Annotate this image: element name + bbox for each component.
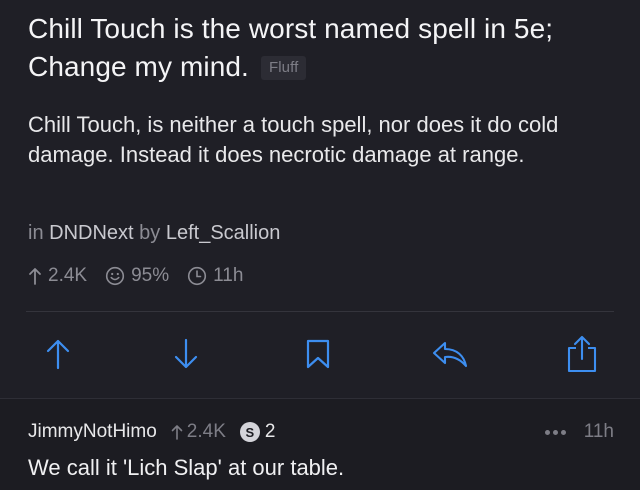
award-count: 2	[264, 421, 276, 442]
action-bar	[0, 322, 640, 386]
comment-right: 11h	[544, 419, 614, 445]
upvote-button[interactable]	[36, 332, 80, 376]
post-card: Chill Touch is the worst named spell in …	[0, 0, 640, 398]
comment-header: JimmyNotHimo 2.4K S 2	[28, 419, 275, 445]
comment-score: 2.4K	[171, 421, 226, 443]
comment-award[interactable]: S 2	[239, 421, 276, 443]
upvote-ratio: 95%	[131, 265, 170, 286]
subreddit-link[interactable]: DNDNext	[49, 222, 133, 244]
save-button[interactable]	[296, 332, 340, 376]
author-link[interactable]: Left_Scallion	[166, 222, 281, 244]
upvote-stat: 2.4K	[28, 265, 87, 287]
comment-text: We call it 'Lich Slap' at our table.	[28, 455, 345, 480]
arrow-up-icon	[29, 268, 41, 285]
comment-age: 11h	[583, 421, 614, 442]
reply-icon	[432, 341, 468, 368]
age-stat: 11h	[187, 265, 243, 287]
divider	[26, 311, 614, 312]
comment: JimmyNotHimo 2.4K S 2 11h We call it 'Li…	[0, 398, 640, 490]
ratio-stat: 95%	[105, 265, 169, 287]
post-age: 11h	[213, 265, 244, 286]
more-options-icon[interactable]	[544, 429, 568, 435]
clock-icon	[188, 266, 207, 286]
reply-button[interactable]	[428, 332, 472, 376]
share-icon	[567, 335, 597, 373]
post-body: Chill Touch, is neither a touch spell, n…	[28, 112, 559, 167]
flair-tag[interactable]: Fluff	[260, 56, 307, 80]
arrow-up-icon	[171, 425, 183, 440]
upvote-icon	[46, 339, 70, 370]
meta-by-label: by	[139, 222, 161, 244]
post-title[interactable]: Chill Touch is the worst named spell in …	[28, 10, 618, 86]
upvote-count: 2.4K	[48, 265, 88, 286]
share-button[interactable]	[560, 332, 604, 376]
comment-score-value: 2.4K	[186, 421, 226, 442]
downvote-icon	[174, 338, 198, 369]
post-meta: in DNDNext by Left_Scallion	[28, 222, 280, 245]
meta-in-label: in	[28, 222, 44, 244]
bookmark-icon	[306, 339, 330, 369]
post-stats: 2.4K 95% 11h	[28, 262, 261, 290]
comment-author[interactable]: JimmyNotHimo	[28, 421, 157, 443]
downvote-button[interactable]	[164, 332, 208, 376]
silver-award-icon: S	[239, 422, 260, 442]
smiley-icon	[105, 266, 125, 286]
